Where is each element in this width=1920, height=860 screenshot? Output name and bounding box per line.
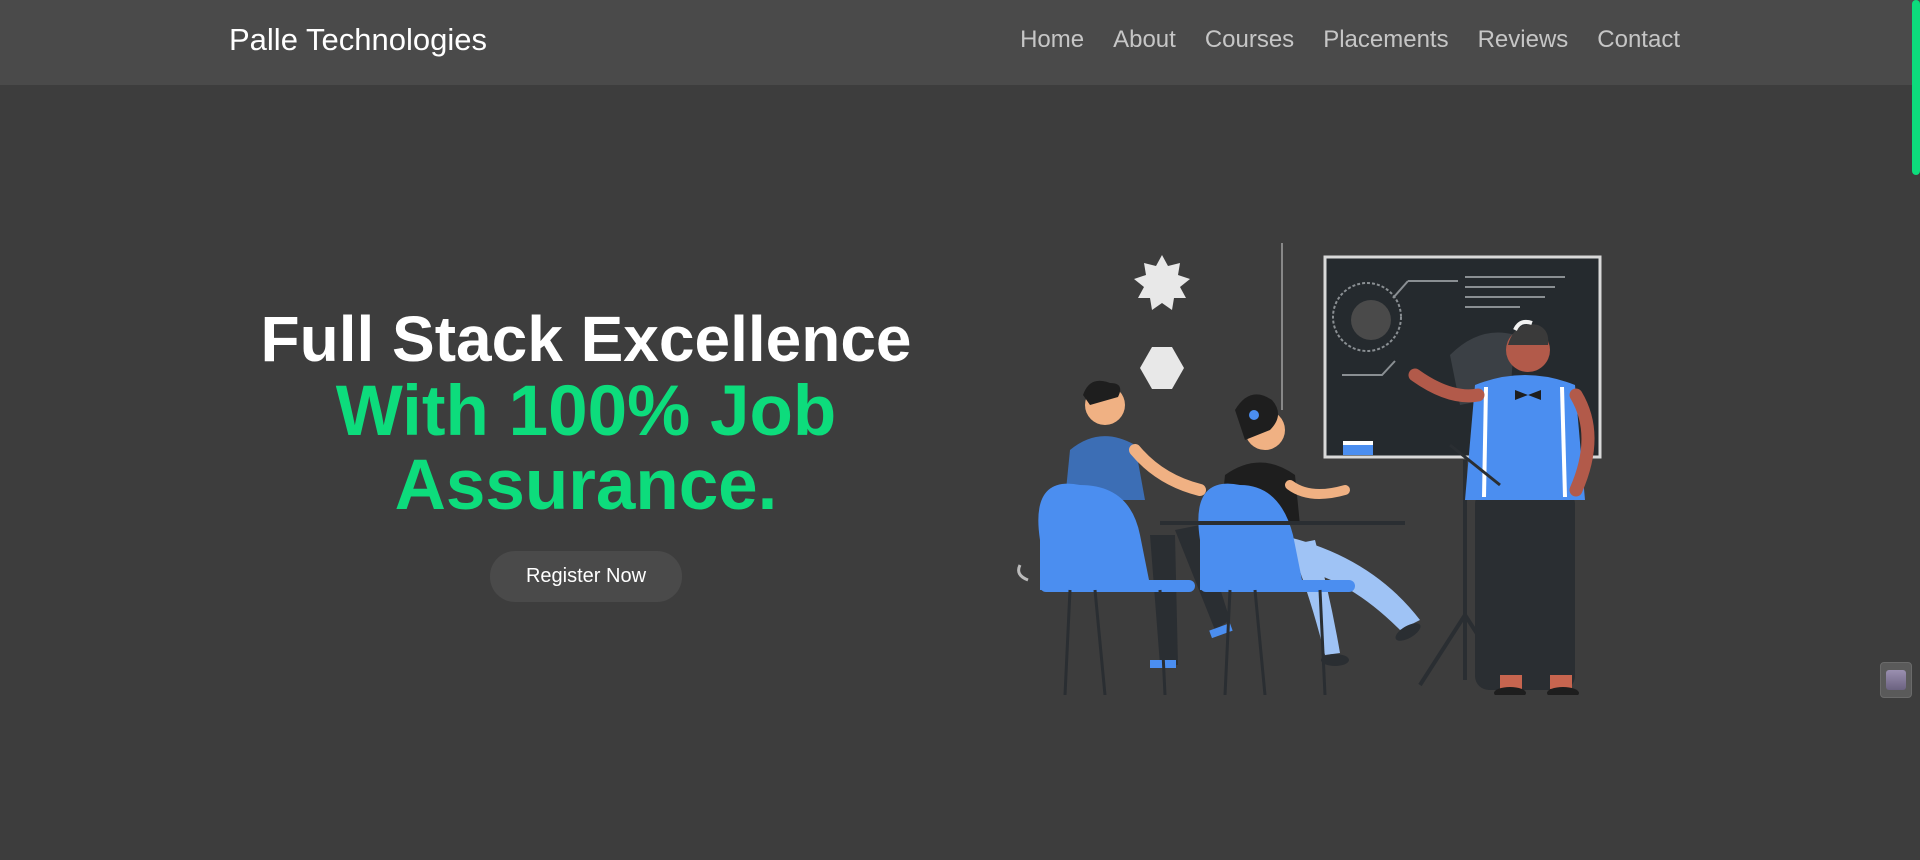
- scrollbar-thumb[interactable]: [1912, 0, 1920, 175]
- hero-title: Full Stack Excellence: [260, 303, 912, 375]
- nav-link-home[interactable]: Home: [1020, 26, 1084, 54]
- nav-link-courses[interactable]: Courses: [1205, 26, 1294, 54]
- classroom-teaching-illustration: [1017, 243, 1602, 695]
- nav-link-contact[interactable]: Contact: [1597, 26, 1680, 54]
- hero-subtitle-line1: With 100% Job: [335, 372, 837, 451]
- nav-link-about[interactable]: About: [1113, 26, 1176, 54]
- star-badge-icon: [1134, 255, 1190, 310]
- chat-widget-icon[interactable]: [1880, 662, 1912, 698]
- hero-section: Full Stack Excellence With 100% Job Assu…: [236, 303, 936, 602]
- nav-links: Home About Courses Placements Reviews Co…: [1020, 26, 1680, 54]
- widget-face-icon: [1886, 670, 1906, 690]
- nav-link-reviews[interactable]: Reviews: [1478, 26, 1569, 54]
- hexagon-shape: [1140, 347, 1184, 389]
- brand-logo-text[interactable]: Palle Technologies: [229, 22, 487, 58]
- nav-link-placements[interactable]: Placements: [1323, 26, 1448, 54]
- navbar: Palle Technologies Home About Courses Pl…: [0, 0, 1920, 85]
- register-now-button[interactable]: Register Now: [489, 551, 683, 602]
- hero-subtitle-line2: Assurance.: [394, 446, 778, 525]
